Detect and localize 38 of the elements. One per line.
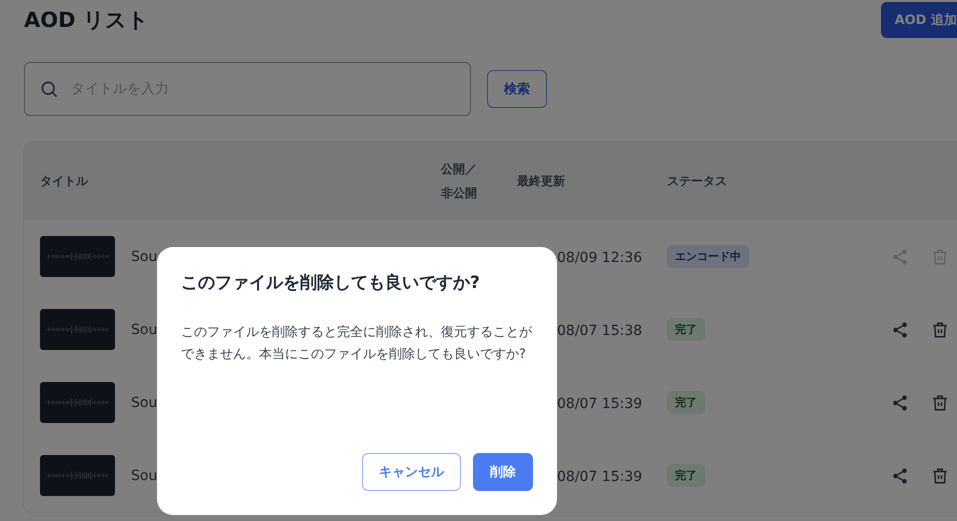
delete-button[interactable]: [931, 394, 949, 412]
share-button[interactable]: [891, 320, 909, 338]
delete-button[interactable]: 削除: [473, 453, 533, 491]
search-button[interactable]: 検索: [487, 70, 547, 108]
updated-date: 08/07 15:38: [557, 323, 642, 339]
share-button[interactable]: [891, 466, 909, 484]
share-icon: [891, 394, 909, 412]
column-header: ステータス: [667, 173, 728, 190]
column-header: 最終更新: [517, 173, 566, 190]
search-icon: [39, 79, 59, 99]
status-badge: 完了: [667, 318, 705, 341]
column-header: タイトル: [40, 173, 90, 190]
updated-date: 08/09 12:36: [557, 250, 642, 266]
updated-date: 08/07 15:39: [557, 469, 642, 485]
delete-button[interactable]: [931, 466, 949, 484]
title-text: Sou: [131, 322, 158, 338]
updated-date: 08/07 15:39: [557, 396, 642, 412]
delete-button[interactable]: [931, 320, 949, 338]
cancel-button[interactable]: キャンセル: [362, 453, 461, 491]
title-text: Sou: [131, 468, 158, 484]
dialog-message: このファイルを削除すると完全に削除され、復元することができません。本当にこのファイルを削除しても良いですか?: [181, 324, 533, 364]
dialog-title: このファイルを削除しても良いですか?: [181, 272, 481, 294]
trash-icon: [931, 466, 949, 484]
status-badge: 完了: [667, 391, 705, 414]
trash-icon: [931, 320, 949, 338]
trash-icon: [931, 394, 949, 412]
status-badge: 完了: [667, 464, 705, 487]
page-title: AOD リスト: [24, 7, 149, 34]
share-button[interactable]: [891, 394, 909, 412]
title-text: Sou: [131, 248, 158, 264]
column-header: 公開／非公開: [441, 161, 478, 202]
share-icon: [891, 466, 909, 484]
add-button[interactable]: AOD 追加: [880, 2, 957, 38]
title-text: Sou: [131, 394, 158, 410]
share-icon: [891, 320, 909, 338]
status-badge: エンコード中: [667, 245, 749, 268]
trash-icon: [931, 248, 949, 266]
share-icon: [891, 248, 909, 266]
